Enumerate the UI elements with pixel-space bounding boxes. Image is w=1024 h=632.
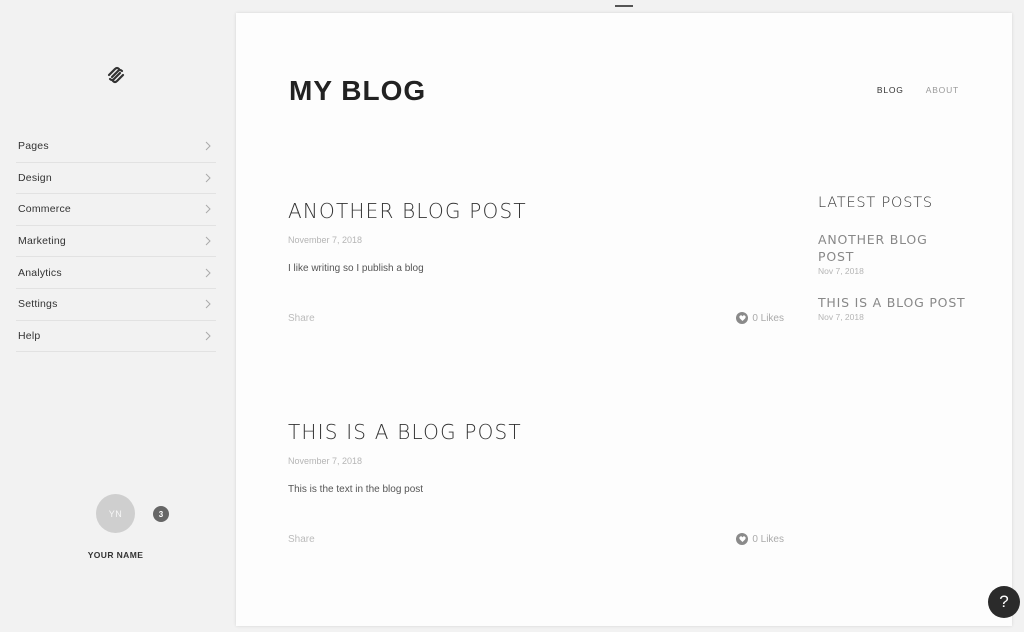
chevron-right-icon [205, 331, 211, 341]
chevron-right-icon [205, 205, 211, 214]
post-date: November 7, 2018 [288, 456, 363, 466]
site-nav: BLOG ABOUT [877, 85, 959, 95]
sidebar-item-commerce[interactable]: Commerce [16, 194, 216, 226]
avatar-initials: YN [108, 508, 123, 519]
latest-post-link[interactable]: THIS IS A BLOG POST [818, 294, 968, 311]
latest-posts-widget: LATEST POSTS ANOTHER BLOG POST Nov 7, 20… [818, 195, 968, 322]
blog-post: THIS IS A BLOG POST November 7, 2018 Thi… [288, 420, 784, 545]
sidebar-item-analytics[interactable]: Analytics [16, 257, 216, 289]
latest-post-date: Nov 7, 2018 [818, 312, 864, 322]
post-date: November 7, 2018 [288, 235, 363, 245]
latest-post-link[interactable]: ANOTHER BLOG POST [818, 231, 968, 265]
post-title[interactable]: THIS IS A BLOG POST [288, 420, 784, 444]
sidebar-item-label: Marketing [18, 235, 66, 248]
sidebar-nav: Pages Design Commerce Marketing Analytic… [16, 131, 216, 353]
sidebar-item-label: Analytics [18, 266, 62, 279]
squarespace-logo-icon[interactable] [106, 66, 126, 84]
chevron-right-icon [205, 236, 211, 246]
sidebar-item-label: Settings [18, 298, 58, 311]
share-link[interactable]: Share [288, 313, 315, 324]
latest-post-item: THIS IS A BLOG POST Nov 7, 2018 [818, 294, 968, 322]
chevron-right-icon [205, 268, 211, 278]
site-nav-about[interactable]: ABOUT [926, 85, 959, 95]
heart-icon [736, 312, 749, 324]
like-button[interactable]: 0 Likes [736, 312, 784, 324]
site-preview: MY BLOG BLOG ABOUT ANOTHER BLOG POST Nov… [236, 13, 1012, 626]
sidebar-item-design[interactable]: Design [16, 163, 216, 195]
panel-drag-handle[interactable] [615, 5, 633, 7]
sidebar-item-label: Help [18, 329, 41, 342]
post-footer: Share 0 Likes [288, 533, 784, 545]
notification-count: 3 [158, 509, 164, 519]
sidebar-item-settings[interactable]: Settings [16, 289, 216, 321]
site-title[interactable]: MY BLOG [289, 75, 426, 107]
post-body: This is the text in the blog post [288, 484, 424, 495]
question-mark-icon: ? [999, 592, 1009, 611]
sidebar-item-label: Commerce [18, 203, 71, 216]
likes-count: 0 Likes [752, 312, 784, 324]
sidebar-item-pages[interactable]: Pages [16, 131, 216, 163]
site-nav-blog[interactable]: BLOG [877, 85, 904, 95]
chevron-right-icon [205, 141, 211, 151]
latest-post-item: ANOTHER BLOG POST Nov 7, 2018 [818, 231, 968, 276]
share-link[interactable]: Share [288, 534, 315, 545]
sidebar-item-label: Design [18, 171, 52, 184]
blog-post: ANOTHER BLOG POST November 7, 2018 I lik… [288, 199, 784, 324]
chevron-right-icon [205, 299, 211, 309]
sidebar-item-help[interactable]: Help [16, 321, 216, 353]
avatar[interactable]: YN [96, 494, 135, 533]
sidebar: Pages Design Commerce Marketing Analytic… [0, 0, 230, 632]
likes-count: 0 Likes [752, 533, 784, 545]
sidebar-item-marketing[interactable]: Marketing [16, 226, 216, 258]
post-footer: Share 0 Likes [288, 312, 784, 324]
notification-badge[interactable]: 3 [153, 506, 169, 522]
latest-posts-title: LATEST POSTS [818, 195, 933, 211]
heart-icon [736, 533, 749, 545]
like-button[interactable]: 0 Likes [736, 533, 784, 545]
post-title[interactable]: ANOTHER BLOG POST [288, 199, 784, 223]
latest-post-date: Nov 7, 2018 [818, 266, 864, 276]
sidebar-item-label: Pages [18, 140, 49, 153]
post-body: I like writing so I publish a blog [288, 263, 424, 274]
chevron-right-icon [205, 173, 211, 183]
user-name[interactable]: YOUR NAME [70, 550, 161, 560]
help-button[interactable]: ? [988, 586, 1020, 618]
